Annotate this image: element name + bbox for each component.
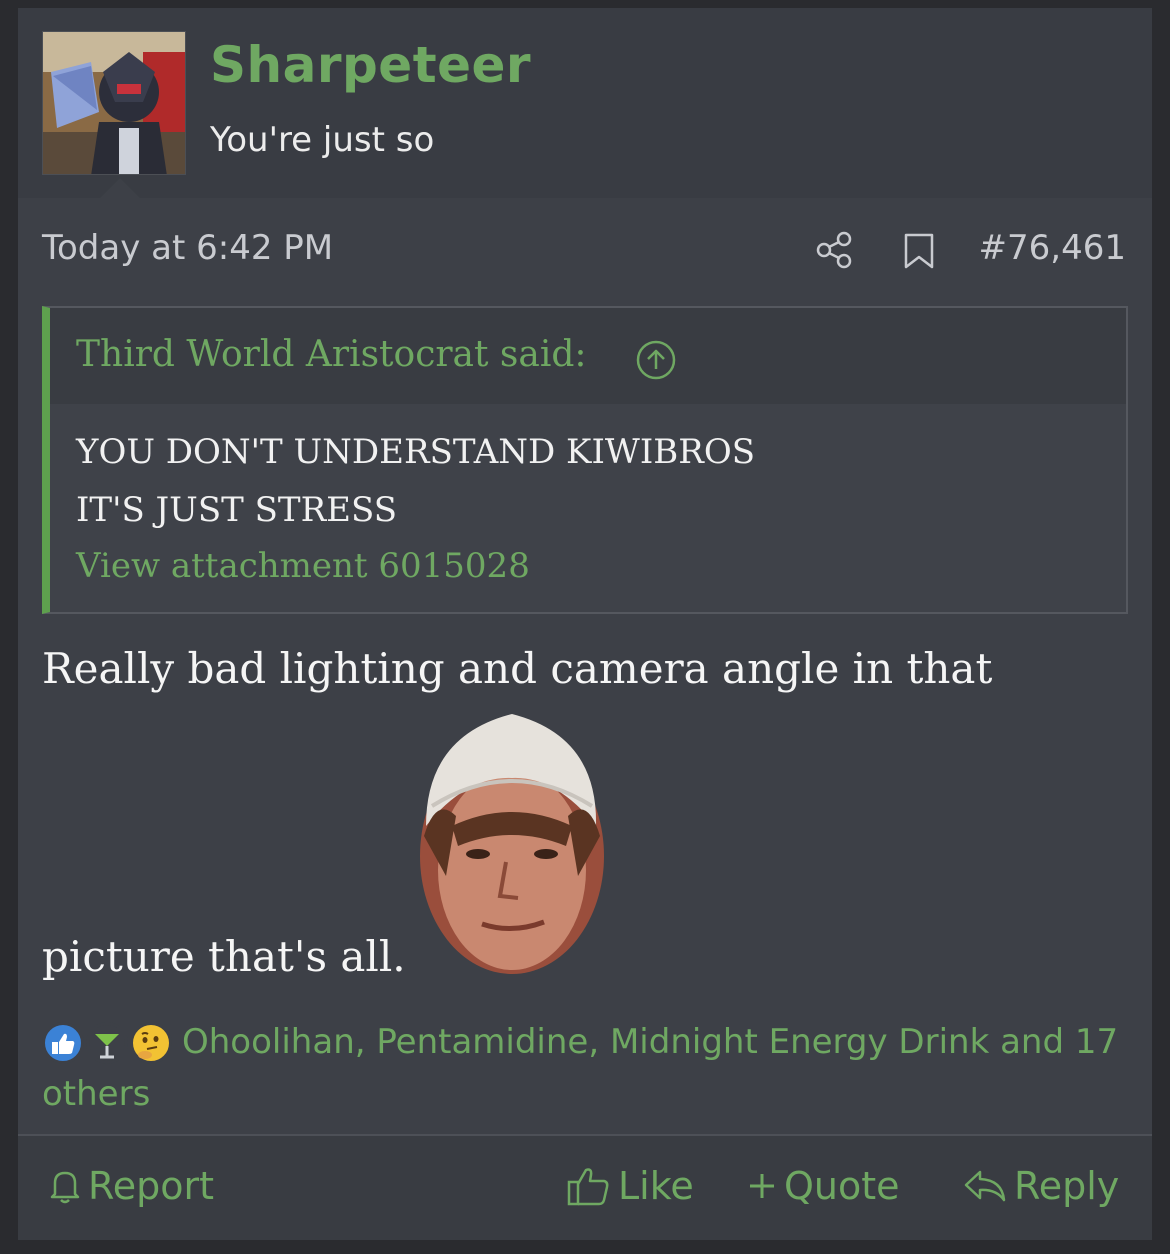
- bell-icon: [50, 1171, 80, 1204]
- reply-arrow-icon: [964, 1170, 1006, 1202]
- like-icon: [42, 1022, 84, 1064]
- reactions-bar[interactable]: Ohoolihan, Pentamidine, Midnight Energy …: [42, 1016, 1132, 1120]
- forum-post: Sharpeteer You're just so Today at 6:42 …: [18, 8, 1152, 1240]
- reaction-icons: [42, 1016, 182, 1068]
- thumbs-up-icon: [567, 1168, 609, 1206]
- quote-label: Quote: [784, 1164, 900, 1208]
- arrow-up-circle-icon[interactable]: [634, 338, 678, 382]
- reaction-users-link[interactable]: Ohoolihan, Pentamidine, Midnight Energy …: [42, 1022, 1118, 1114]
- post-number-link[interactable]: #76,461: [979, 228, 1126, 268]
- report-label: Report: [88, 1164, 214, 1208]
- face-emoji-image: [420, 714, 604, 974]
- share-icon[interactable]: [814, 230, 854, 270]
- bookmark-icon[interactable]: [902, 232, 936, 270]
- quote-text-line: IT'S JUST STRESS: [76, 490, 397, 530]
- post-body: Today at 6:42 PM #76,461 Third World Ari…: [18, 198, 1152, 1240]
- post-user-header: Sharpeteer You're just so: [18, 8, 1152, 198]
- header-notch: [100, 178, 140, 198]
- quote-text-line: YOU DON'T UNDERSTAND KIWIBROS: [76, 432, 756, 472]
- user-avatar[interactable]: [42, 31, 186, 175]
- like-label: Like: [618, 1164, 694, 1208]
- quote-button[interactable]: Quote: [746, 1164, 900, 1208]
- quote-header: Third World Aristocrat said:: [50, 308, 1126, 404]
- username-link[interactable]: Sharpeteer: [210, 36, 531, 94]
- report-button[interactable]: Report: [48, 1164, 214, 1208]
- thinking-icon: [130, 1022, 172, 1064]
- post-date-link[interactable]: Today at 6:42 PM: [42, 228, 333, 268]
- user-title: You're just so: [210, 120, 435, 160]
- quote-author-link[interactable]: Third World Aristocrat said:: [76, 334, 587, 375]
- like-button[interactable]: Like: [566, 1164, 694, 1208]
- page-frame: Sharpeteer You're just so Today at 6:42 …: [0, 0, 1170, 1254]
- reply-label: Reply: [1014, 1164, 1120, 1208]
- reply-button[interactable]: Reply: [962, 1164, 1119, 1208]
- quote-block: Third World Aristocrat said: YOU DON'T U…: [42, 306, 1128, 614]
- cocktail-icon: [86, 1022, 128, 1064]
- message-text-line: Really bad lighting and camera angle in …: [42, 644, 993, 693]
- view-attachment-link[interactable]: View attachment 6015028: [76, 546, 530, 586]
- plus-icon: [750, 1174, 774, 1198]
- post-actions: Report Like Quote Reply: [18, 1136, 1152, 1240]
- message-text-line: picture that's all.: [42, 932, 406, 981]
